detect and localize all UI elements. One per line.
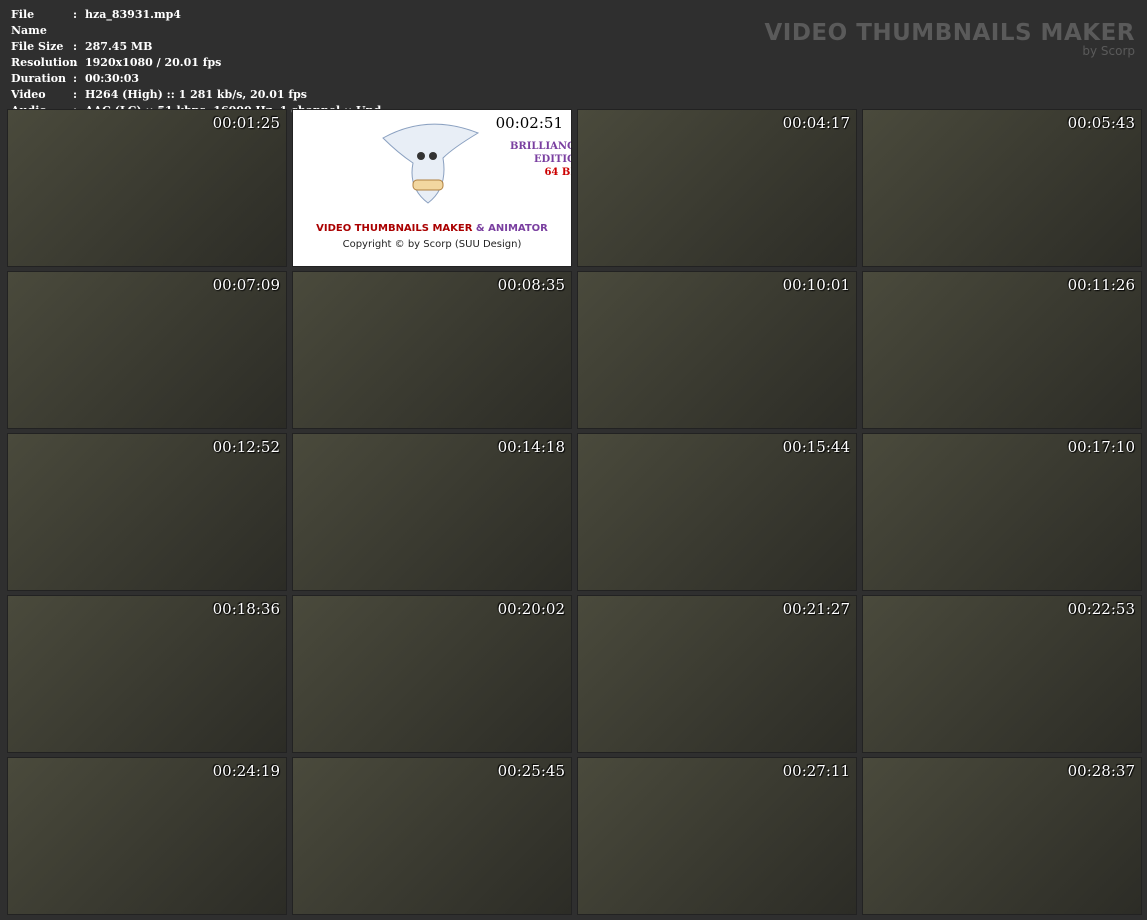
thumbnail-timestamp: 00:12:52 <box>212 438 280 456</box>
brand-title: VIDEO THUMBNAILS MAKER <box>764 20 1135 46</box>
info-row: Duration : 00:30:03 <box>11 71 381 87</box>
logo-title-b: & ANIMATOR <box>472 223 548 234</box>
thumbnail-timestamp: 00:11:26 <box>1067 276 1135 294</box>
info-separator: : <box>73 56 78 69</box>
info-row: Video : H264 (High) :: 1 281 kb/s, 20.01… <box>11 87 381 103</box>
video-thumbnail[interactable]: 00:11:26 <box>862 271 1142 429</box>
logo-title-a: VIDEO THUMBNAILS MAKER <box>316 223 473 234</box>
thumbnail-timestamp: 00:17:10 <box>1067 438 1135 456</box>
video-thumbnail[interactable]: 00:20:02 <box>292 595 572 753</box>
info-key: Duration <box>11 72 67 85</box>
video-thumbnail[interactable]: 00:05:43 <box>862 109 1142 267</box>
thumbnail-timestamp: 00:18:36 <box>212 600 280 618</box>
video-thumbnail[interactable]: 00:08:35 <box>292 271 572 429</box>
thumbnail-timestamp: 00:01:25 <box>212 114 280 132</box>
thumbnail-timestamp: 00:05:43 <box>1067 114 1135 132</box>
info-value: 287.45 MB <box>85 40 153 53</box>
file-info: File Name : hza_83931.mp4 File Size : 28… <box>11 7 381 119</box>
logo-thumbnail[interactable]: 00:02:51 BRILLIANC EDITIC 64 BI VIDEO TH… <box>292 109 572 267</box>
thumbnail-timestamp: 00:15:44 <box>782 438 850 456</box>
thumbnail-timestamp: 00:07:09 <box>212 276 280 294</box>
info-key: File Size <box>11 40 64 53</box>
info-key: Video <box>11 88 46 101</box>
thumbnail-timestamp: 00:27:11 <box>782 762 850 780</box>
thumbnail-timestamp: 00:21:27 <box>782 600 850 618</box>
thumbnail-timestamp: 00:10:01 <box>782 276 850 294</box>
edition-label: BRILLIANC EDITIC 64 BI <box>509 140 572 179</box>
info-separator: : <box>73 72 78 85</box>
thumbnail-timestamp: 00:08:35 <box>497 276 565 294</box>
thumbnail-timestamp: 00:24:19 <box>212 762 280 780</box>
info-value: hza_83931.mp4 <box>85 8 181 21</box>
video-thumbnail[interactable]: 00:07:09 <box>7 271 287 429</box>
info-key: Resolution <box>11 56 78 69</box>
edition-line: EDITIC <box>533 154 572 165</box>
logo-copyright: Copyright © by Scorp (SUU Design) <box>342 239 522 250</box>
thumbnail-timestamp: 00:28:37 <box>1067 762 1135 780</box>
thumbnail-timestamp: 00:25:45 <box>497 762 565 780</box>
info-row: File Name : hza_83931.mp4 <box>11 7 381 39</box>
info-separator: : <box>73 8 78 21</box>
thumbnail-timestamp: 00:14:18 <box>497 438 565 456</box>
video-thumbnail[interactable]: 00:22:53 <box>862 595 1142 753</box>
edition-line: BRILLIANC <box>509 141 572 152</box>
video-thumbnail[interactable]: 00:04:17 <box>577 109 857 267</box>
info-row: File Size : 287.45 MB <box>11 39 381 55</box>
info-separator: : <box>73 40 78 53</box>
video-thumbnail[interactable]: 00:28:37 <box>862 757 1142 915</box>
thumbnail-timestamp: 00:02:51 <box>495 114 563 132</box>
info-value: H264 (High) :: 1 281 kb/s, 20.01 fps <box>85 88 307 101</box>
info-value: 1920x1080 / 20.01 fps <box>85 56 222 69</box>
info-key: File Name <box>11 8 47 37</box>
video-thumbnail[interactable]: 00:15:44 <box>577 433 857 591</box>
thumbnail-grid: 00:01:25 00:02:51 BRILLIANC EDITIC 64 BI… <box>7 109 1142 915</box>
video-thumbnail[interactable]: 00:27:11 <box>577 757 857 915</box>
edition-line: 64 BI <box>544 167 572 178</box>
video-thumbnail[interactable]: 00:01:25 <box>7 109 287 267</box>
video-thumbnail[interactable]: 00:12:52 <box>7 433 287 591</box>
info-value: 00:30:03 <box>85 72 140 85</box>
video-thumbnail[interactable]: 00:21:27 <box>577 595 857 753</box>
info-row: Resolution : 1920x1080 / 20.01 fps <box>11 55 381 71</box>
video-thumbnail[interactable]: 00:18:36 <box>7 595 287 753</box>
owl-logo-icon <box>382 123 480 204</box>
brand-subtitle: by Scorp <box>1082 44 1135 58</box>
video-thumbnail[interactable]: 00:10:01 <box>577 271 857 429</box>
thumbnail-timestamp: 00:22:53 <box>1067 600 1135 618</box>
thumbnail-timestamp: 00:04:17 <box>782 114 850 132</box>
info-separator: : <box>73 88 78 101</box>
video-thumbnail[interactable]: 00:24:19 <box>7 757 287 915</box>
thumbnail-timestamp: 00:20:02 <box>497 600 565 618</box>
video-thumbnail[interactable]: 00:17:10 <box>862 433 1142 591</box>
brand-watermark: VIDEO THUMBNAILS MAKER by Scorp <box>764 20 1135 58</box>
logo-title: VIDEO THUMBNAILS MAKER & ANIMATOR <box>293 223 571 234</box>
video-thumbnail[interactable]: 00:25:45 <box>292 757 572 915</box>
video-thumbnail[interactable]: 00:14:18 <box>292 433 572 591</box>
